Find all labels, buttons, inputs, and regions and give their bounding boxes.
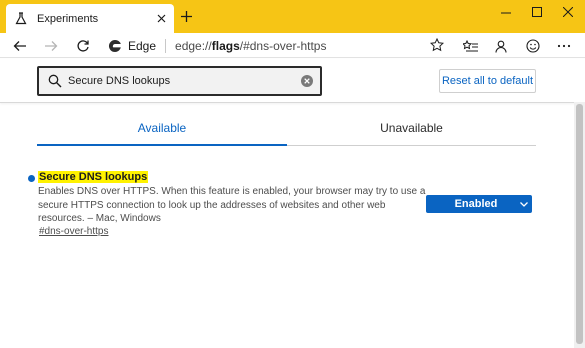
navigation-bar: Edge edge://flags/#dns-over-https	[0, 33, 585, 58]
tab-unavailable[interactable]: Unavailable	[287, 121, 536, 135]
favorites-list-icon[interactable]	[460, 36, 480, 56]
back-arrow-icon[interactable]	[10, 36, 30, 56]
flags-tabs: Available Unavailable	[37, 117, 536, 146]
clear-search-icon[interactable]	[300, 74, 314, 88]
maximize-icon[interactable]	[522, 0, 552, 24]
forward-arrow-icon[interactable]	[41, 36, 61, 56]
reset-all-button[interactable]: Reset all to default	[439, 69, 536, 93]
url-text: edge://flags/#dns-over-https	[175, 38, 327, 53]
address-bar[interactable]: Edge edge://flags/#dns-over-https	[104, 34, 450, 57]
flag-description: Enables DNS over HTTPS. When this featur…	[38, 186, 426, 224]
modified-dot-icon	[28, 175, 35, 182]
browser-tab-experiments[interactable]: Experiments	[6, 4, 174, 33]
refresh-icon[interactable]	[73, 36, 93, 56]
chevron-down-icon	[516, 195, 532, 213]
tab-title: Experiments	[37, 12, 99, 25]
minimize-icon[interactable]	[491, 0, 521, 24]
address-separator	[165, 38, 167, 53]
edge-logo-icon	[108, 39, 121, 52]
close-tab-icon[interactable]	[154, 12, 168, 26]
flag-state-select[interactable]: Enabled	[426, 195, 532, 213]
favorite-star-icon[interactable]	[430, 38, 444, 52]
search-input[interactable]	[68, 75, 293, 87]
scrollbar-thumb[interactable]	[576, 104, 583, 344]
more-menu-icon[interactable]	[554, 36, 574, 56]
flags-search-box[interactable]	[37, 66, 322, 96]
tab-available[interactable]: Available	[37, 121, 287, 135]
new-tab-icon[interactable]	[178, 8, 194, 24]
close-window-icon[interactable]	[553, 0, 583, 24]
search-icon	[48, 74, 62, 88]
flag-anchor-link[interactable]: #dns-over-https	[39, 226, 108, 237]
flag-name: Secure DNS lookups	[38, 171, 149, 183]
profile-icon[interactable]	[491, 36, 511, 56]
active-tab-indicator	[37, 144, 287, 146]
title-bar: Experiments	[0, 0, 585, 33]
edge-label: Edge	[128, 38, 157, 53]
emoji-feedback-icon[interactable]	[523, 36, 543, 56]
page-scrollbar[interactable]	[574, 102, 585, 348]
flask-icon	[14, 12, 28, 26]
flag-state-value: Enabled	[454, 198, 498, 210]
